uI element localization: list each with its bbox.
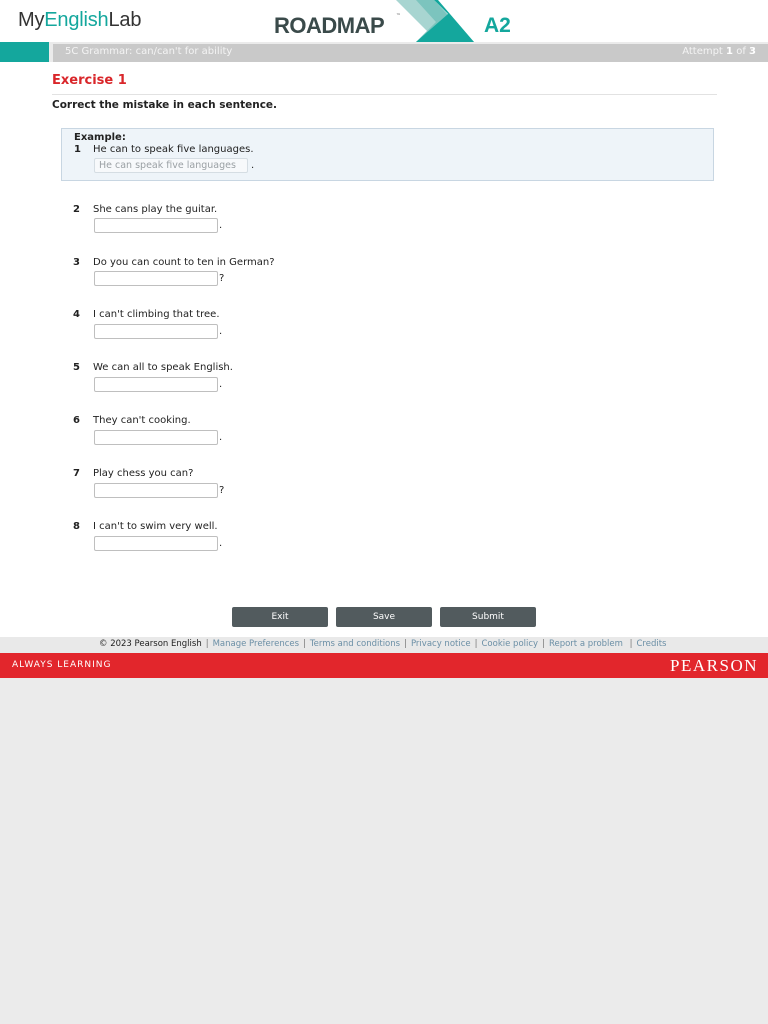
question-sentence: They can't cooking. <box>93 415 191 426</box>
pearson-brand-bar: ALWAYS LEARNING PEARSON <box>0 653 768 678</box>
footer-separator: | <box>205 639 209 649</box>
exercise-title: Exercise 1 <box>52 73 127 88</box>
question-number: 3 <box>73 257 80 268</box>
answer-input-5[interactable] <box>94 377 218 392</box>
privacy-link[interactable]: Privacy notice <box>411 639 471 649</box>
answer-punctuation: ? <box>219 485 225 496</box>
answer-punctuation: . <box>219 326 223 337</box>
question-sentence: I can't climbing that tree. <box>93 309 220 320</box>
submit-button[interactable]: Submit <box>440 607 536 627</box>
level-badge: A2 <box>484 14 511 37</box>
question-sentence: We can all to speak English. <box>93 362 233 373</box>
answer-input-2[interactable] <box>94 218 218 233</box>
save-button[interactable]: Save <box>336 607 432 627</box>
report-problem-link[interactable]: Report a problem <box>549 639 623 649</box>
roadmap-logo: ROADMAP <box>274 13 385 38</box>
example-box: Example: 1 He can to speak five language… <box>61 128 714 181</box>
attempt-current: 1 <box>726 46 734 57</box>
question-number: 4 <box>73 309 80 320</box>
answer-input-6[interactable] <box>94 430 218 445</box>
footer-separator: | <box>542 639 545 649</box>
question-sentence: Play chess you can? <box>93 468 194 479</box>
footer-separator: | <box>474 639 478 649</box>
footer-separator: | <box>626 639 633 649</box>
logo-lab: Lab <box>108 9 142 31</box>
app-header: MyEnglishLab ROADMAP ™ A2 <box>0 0 768 42</box>
question-number: 2 <box>73 204 80 215</box>
myenglishlab-logo[interactable]: MyEnglishLab <box>18 9 141 32</box>
logo-english: English <box>44 9 109 31</box>
question-number: 5 <box>73 362 80 373</box>
exercise-panel: Exercise 1 Correct the mistake in each s… <box>0 62 768 637</box>
example-number: 1 <box>74 144 81 155</box>
answer-punctuation: . <box>219 379 223 390</box>
exit-button[interactable]: Exit <box>232 607 328 627</box>
activity-bar: 5C Grammar: can/can't for ability Attemp… <box>53 44 768 62</box>
question-sentence: Do you can count to ten in German? <box>93 257 275 268</box>
answer-input-3[interactable] <box>94 271 218 286</box>
example-punctuation: . <box>251 160 255 171</box>
question-number: 7 <box>73 468 80 479</box>
answer-input-8[interactable] <box>94 536 218 551</box>
answer-input-7[interactable] <box>94 483 218 498</box>
manage-preferences-link[interactable]: Manage Preferences <box>213 639 299 649</box>
logo-my: My <box>18 9 45 31</box>
question-number: 8 <box>73 521 80 532</box>
attempt-of: of <box>736 46 746 57</box>
answer-punctuation: . <box>219 538 223 549</box>
exercise-instruction: Correct the mistake in each sentence. <box>52 99 278 111</box>
answer-punctuation: . <box>219 432 223 443</box>
copyright-text: © 2023 Pearson English <box>99 639 202 649</box>
question-sentence: I can't to swim very well. <box>93 521 218 532</box>
roadmap-chevron-icon <box>396 0 474 42</box>
attempt-total: 3 <box>749 46 756 57</box>
terms-link[interactable]: Terms and conditions <box>310 639 400 649</box>
page-footer: © 2023 Pearson English | Manage Preference… <box>0 637 768 653</box>
question-sentence: She cans play the guitar. <box>93 204 218 215</box>
question-number: 6 <box>73 415 80 426</box>
pearson-logo[interactable]: PEARSON <box>670 656 758 676</box>
example-answer-field <box>94 158 248 173</box>
title-divider <box>52 94 717 95</box>
attempt-counter: Attempt 1 of 3 <box>682 46 756 57</box>
attempt-prefix: Attempt <box>682 46 723 57</box>
activity-title: 5C Grammar: can/can't for ability <box>65 46 233 57</box>
example-sentence: He can to speak five languages. <box>93 144 254 155</box>
footer-links: © 2023 Pearson English | Manage Preference… <box>99 639 667 649</box>
answer-punctuation: . <box>219 220 223 231</box>
answer-punctuation: ? <box>219 273 225 284</box>
footer-separator: | <box>303 639 306 649</box>
always-learning-tagline: ALWAYS LEARNING <box>12 660 112 670</box>
footer-separator: | <box>404 639 407 649</box>
cookie-policy-link[interactable]: Cookie policy <box>482 639 539 649</box>
answer-input-4[interactable] <box>94 324 218 339</box>
credits-link[interactable]: Credits <box>637 639 667 649</box>
example-label: Example: <box>74 132 126 143</box>
teal-accent-strip <box>0 42 49 62</box>
